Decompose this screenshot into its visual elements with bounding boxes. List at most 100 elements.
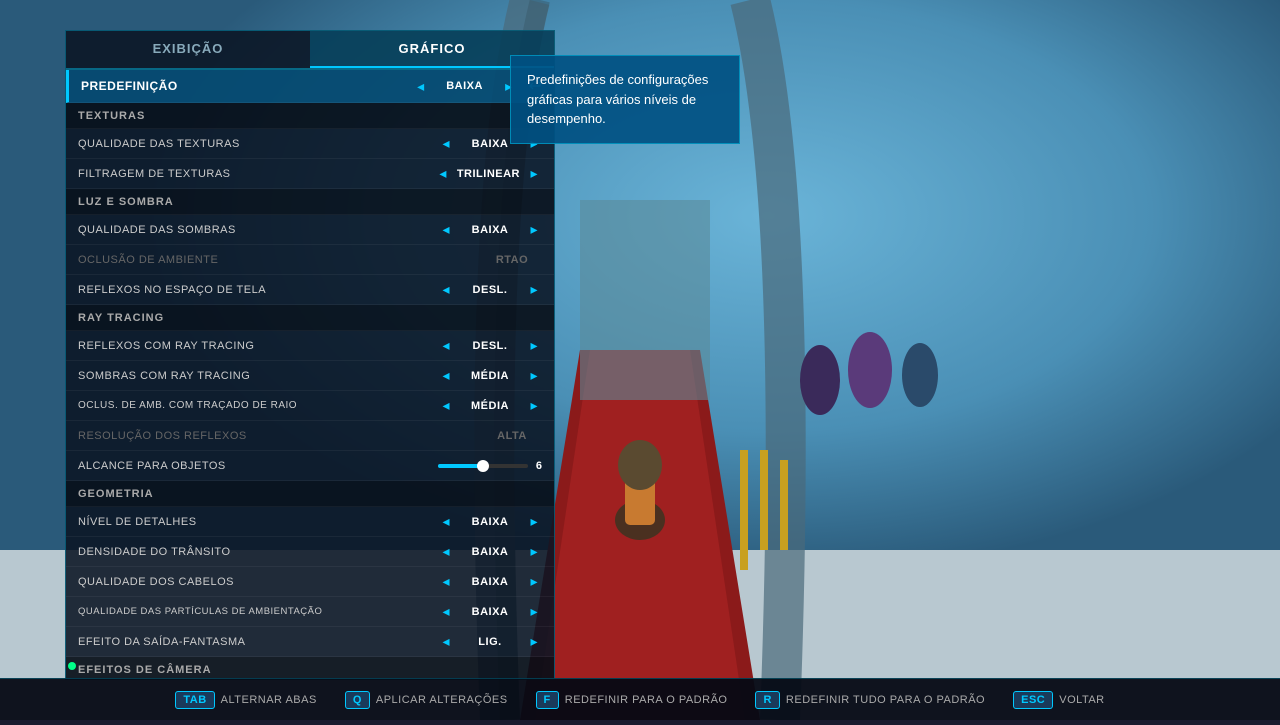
ray-tracing-header: RAY TRACING bbox=[78, 312, 542, 324]
setting-reflexos-espaco-tela[interactable]: REFLEXOS NO ESPAÇO DE TELA ◂ DESL. ▸ bbox=[66, 275, 554, 305]
oclusao-ambiente-value: RTAO bbox=[482, 254, 542, 266]
reflexos-ray-tracing-arrow-right[interactable]: ▸ bbox=[526, 337, 542, 354]
setting-oclusao-raio[interactable]: OCLUS. DE AMB. COM TRAÇADO DE RAIO ◂ MÉD… bbox=[66, 391, 554, 421]
status-dot bbox=[68, 662, 76, 670]
key-q: Q bbox=[345, 691, 370, 709]
oclusao-raio-label: OCLUS. DE AMB. COM TRAÇADO DE RAIO bbox=[78, 400, 438, 411]
qualidade-texturas-arrow-left[interactable]: ◂ bbox=[438, 135, 454, 152]
key-f: F bbox=[536, 691, 559, 709]
setting-qualidade-particulas[interactable]: QUALIDADE DAS PARTÍCULAS DE AMBIENTAÇÃO … bbox=[66, 597, 554, 627]
setting-alcance-objetos[interactable]: ALCANCE PARA OBJETOS 6 bbox=[66, 451, 554, 481]
predefinicao-value: BAIXA bbox=[435, 80, 495, 92]
settings-panel: EXIBIÇÃO GRÁFICO PREDEFINIÇÃO ◂ BAIXA ▸ … bbox=[65, 30, 555, 680]
setting-filtragem-texturas[interactable]: FILTRAGEM DE TEXTURAS ◂ TRILINEAR ▸ bbox=[66, 159, 554, 189]
setting-qualidade-sombras[interactable]: QUALIDADE DAS SOMBRAS ◂ BAIXA ▸ bbox=[66, 215, 554, 245]
tooltip-text: Predefinições de configurações gráficas … bbox=[527, 72, 708, 126]
filtragem-texturas-arrow-left[interactable]: ◂ bbox=[435, 165, 451, 182]
reflexos-espaco-tela-value: DESL. bbox=[460, 284, 520, 296]
predefinicao-label: PREDEFINIÇÃO bbox=[81, 79, 413, 93]
bottom-item-f: F REDEFINIR PARA O PADRÃO bbox=[536, 691, 728, 709]
reflexos-ray-tracing-label: REFLEXOS COM RAY TRACING bbox=[78, 340, 438, 352]
key-esc: ESC bbox=[1013, 691, 1053, 709]
densidade-transito-value: BAIXA bbox=[460, 546, 520, 558]
setting-reflexos-ray-tracing[interactable]: REFLEXOS COM RAY TRACING ◂ DESL. ▸ bbox=[66, 331, 554, 361]
qualidade-cabelos-value: BAIXA bbox=[460, 576, 520, 588]
qualidade-sombras-arrow-right[interactable]: ▸ bbox=[526, 221, 542, 238]
label-r: REDEFINIR TUDO PARA O PADRÃO bbox=[786, 694, 985, 706]
predefinicao-arrow-left[interactable]: ◂ bbox=[413, 78, 429, 95]
oclusao-raio-arrow-left[interactable]: ◂ bbox=[438, 397, 454, 414]
label-esc: VOLTAR bbox=[1059, 694, 1104, 706]
setting-efeito-saida-fantasma[interactable]: EFEITO DA SAÍDA-FANTASMA ◂ LIG. ▸ bbox=[66, 627, 554, 657]
reflexos-ray-tracing-arrow-left[interactable]: ◂ bbox=[438, 337, 454, 354]
settings-tooltip: Predefinições de configurações gráficas … bbox=[510, 55, 740, 144]
setting-nivel-detalhes[interactable]: NÍVEL DE DETALHES ◂ BAIXA ▸ bbox=[66, 507, 554, 537]
settings-list: PREDEFINIÇÃO ◂ BAIXA ▸ ↩ TEXTURAS QUALID… bbox=[66, 70, 554, 679]
label-f: REDEFINIR PARA O PADRÃO bbox=[565, 694, 728, 706]
reflexos-espaco-tela-arrow-right[interactable]: ▸ bbox=[526, 281, 542, 298]
efeito-saida-fantasma-arrow-right[interactable]: ▸ bbox=[526, 633, 542, 650]
bottom-item-q: Q APLICAR ALTERAÇÕES bbox=[345, 691, 508, 709]
densidade-transito-label: DENSIDADE DO TRÂNSITO bbox=[78, 546, 438, 558]
qualidade-particulas-arrow-left[interactable]: ◂ bbox=[438, 603, 454, 620]
densidade-transito-arrow-right[interactable]: ▸ bbox=[526, 543, 542, 560]
nivel-detalhes-label: NÍVEL DE DETALHES bbox=[78, 516, 438, 528]
setting-resolucao-reflexos: RESOLUÇÃO DOS REFLEXOS ALTA bbox=[66, 421, 554, 451]
qualidade-particulas-label: QUALIDADE DAS PARTÍCULAS DE AMBIENTAÇÃO bbox=[78, 606, 438, 617]
bottom-item-r: R REDEFINIR TUDO PARA O PADRÃO bbox=[755, 691, 985, 709]
nivel-detalhes-arrow-right[interactable]: ▸ bbox=[526, 513, 542, 530]
sombras-ray-tracing-arrow-left[interactable]: ◂ bbox=[438, 367, 454, 384]
efeitos-camera-header: EFEITOS DE CÂMERA bbox=[78, 664, 542, 676]
oclusao-raio-arrow-right[interactable]: ▸ bbox=[526, 397, 542, 414]
bottom-item-tab: TAB ALTERNAR ABAS bbox=[175, 691, 316, 709]
texturas-header: TEXTURAS bbox=[78, 110, 542, 122]
alcance-objetos-track[interactable] bbox=[438, 464, 528, 468]
setting-sombras-ray-tracing[interactable]: SOMBRAS COM RAY TRACING ◂ MÉDIA ▸ bbox=[66, 361, 554, 391]
luz-sombra-header: LUZ E SOMBRA bbox=[78, 196, 542, 208]
alcance-objetos-slider-container: 6 bbox=[438, 460, 542, 472]
key-tab: TAB bbox=[175, 691, 214, 709]
densidade-transito-arrow-left[interactable]: ◂ bbox=[438, 543, 454, 560]
resolucao-reflexos-value: ALTA bbox=[482, 430, 542, 442]
tab-bar: EXIBIÇÃO GRÁFICO bbox=[66, 31, 554, 70]
qualidade-sombras-label: QUALIDADE DAS SOMBRAS bbox=[78, 224, 438, 236]
key-r: R bbox=[755, 691, 779, 709]
oclusao-raio-value: MÉDIA bbox=[460, 400, 520, 412]
efeito-saida-fantasma-label: EFEITO DA SAÍDA-FANTASMA bbox=[78, 636, 438, 648]
section-texturas: TEXTURAS bbox=[66, 103, 554, 129]
bottom-bar: TAB ALTERNAR ABAS Q APLICAR ALTERAÇÕES F… bbox=[0, 678, 1280, 720]
nivel-detalhes-value: BAIXA bbox=[460, 516, 520, 528]
label-q: APLICAR ALTERAÇÕES bbox=[376, 694, 508, 706]
sombras-ray-tracing-arrow-right[interactable]: ▸ bbox=[526, 367, 542, 384]
setting-qualidade-cabelos[interactable]: QUALIDADE DOS CABELOS ◂ BAIXA ▸ bbox=[66, 567, 554, 597]
filtragem-texturas-arrow-right[interactable]: ▸ bbox=[526, 165, 542, 182]
oclusao-ambiente-label: OCLUSÃO DE AMBIENTE bbox=[78, 254, 482, 266]
setting-oclusao-ambiente: OCLUSÃO DE AMBIENTE RTAO bbox=[66, 245, 554, 275]
alcance-objetos-value: 6 bbox=[536, 460, 542, 472]
qualidade-texturas-label: QUALIDADE DAS TEXTURAS bbox=[78, 138, 438, 150]
sombras-ray-tracing-value: MÉDIA bbox=[460, 370, 520, 382]
setting-densidade-transito[interactable]: DENSIDADE DO TRÂNSITO ◂ BAIXA ▸ bbox=[66, 537, 554, 567]
efeito-saida-fantasma-arrow-left[interactable]: ◂ bbox=[438, 633, 454, 650]
reflexos-espaco-tela-label: REFLEXOS NO ESPAÇO DE TELA bbox=[78, 284, 438, 296]
qualidade-particulas-value: BAIXA bbox=[460, 606, 520, 618]
sombras-ray-tracing-label: SOMBRAS COM RAY TRACING bbox=[78, 370, 438, 382]
resolucao-reflexos-label: RESOLUÇÃO DOS REFLEXOS bbox=[78, 430, 482, 442]
reflexos-ray-tracing-value: DESL. bbox=[460, 340, 520, 352]
reflexos-espaco-tela-arrow-left[interactable]: ◂ bbox=[438, 281, 454, 298]
qualidade-cabelos-arrow-right[interactable]: ▸ bbox=[526, 573, 542, 590]
filtragem-texturas-label: FILTRAGEM DE TEXTURAS bbox=[78, 168, 435, 180]
alcance-objetos-thumb[interactable] bbox=[477, 460, 489, 472]
section-luz-sombra: LUZ E SOMBRA bbox=[66, 189, 554, 215]
qualidade-cabelos-arrow-left[interactable]: ◂ bbox=[438, 573, 454, 590]
qualidade-particulas-arrow-right[interactable]: ▸ bbox=[526, 603, 542, 620]
setting-qualidade-texturas[interactable]: QUALIDADE DAS TEXTURAS ◂ BAIXA ▸ bbox=[66, 129, 554, 159]
setting-predefinicao[interactable]: PREDEFINIÇÃO ◂ BAIXA ▸ ↩ bbox=[66, 70, 554, 103]
qualidade-sombras-value: BAIXA bbox=[460, 224, 520, 236]
tab-exibicao[interactable]: EXIBIÇÃO bbox=[66, 31, 310, 68]
qualidade-sombras-arrow-left[interactable]: ◂ bbox=[438, 221, 454, 238]
nivel-detalhes-arrow-left[interactable]: ◂ bbox=[438, 513, 454, 530]
section-efeitos-camera: EFEITOS DE CÂMERA bbox=[66, 657, 554, 679]
bottom-item-esc: ESC VOLTAR bbox=[1013, 691, 1105, 709]
qualidade-cabelos-label: QUALIDADE DOS CABELOS bbox=[78, 576, 438, 588]
